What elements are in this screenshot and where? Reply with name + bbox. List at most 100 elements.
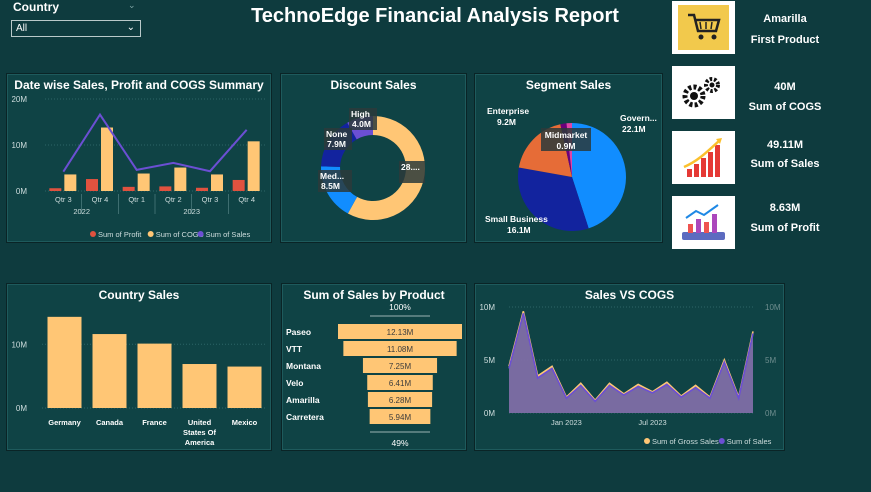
chevron-down-icon: ⌄ (126, 22, 135, 33)
card-image-sales (672, 131, 735, 184)
y-tick-label: 0M (484, 409, 495, 418)
slice-label: Govern... (620, 113, 657, 123)
legend-marker (644, 438, 650, 444)
slice-value-label: 16.1M (507, 225, 531, 235)
date-wise-summary-panel: Date wise Sales, Profit and COGS Summary… (6, 73, 272, 243)
eraser-icon[interactable]: ⌄ (128, 0, 136, 11)
profit-bar (49, 188, 62, 191)
profit-bar (86, 179, 98, 191)
country-bar (47, 316, 82, 408)
legend-marker (197, 231, 204, 237)
y2-tick-label: 5M (765, 356, 776, 365)
funnel-category-label: Velo (286, 378, 303, 388)
kpi-sales-value: 49.11M (766, 139, 804, 151)
country-bar-chart: 0M 10M Germany Canada France UnitedStates OfA… (11, 316, 267, 447)
product-sales-panel: Sum of Sales by Product 100% 12.13M Paseo 1… (281, 283, 467, 451)
x-tick-label: Jan 2023 (551, 418, 582, 427)
cogs-bar (211, 174, 223, 191)
country-bar (227, 366, 262, 408)
y-tick-label: 10M (479, 303, 495, 312)
x-tick-label: France (142, 418, 167, 427)
cogs-bar (101, 127, 113, 191)
slice-value-label: 8.5M (321, 181, 340, 191)
funnel-top-label: 100% (389, 302, 411, 312)
funnel-category-label: Montana (286, 361, 321, 371)
x-tick-label: Qtr 1 (128, 195, 145, 204)
slice-label: High (351, 109, 370, 119)
x-tick-label: Jul 2023 (638, 418, 666, 427)
legend-label: Sum of COGS (156, 230, 204, 239)
y-tick-label: 10M (11, 141, 27, 150)
slice-label: Med... (320, 171, 344, 181)
profit-bar (196, 187, 208, 191)
y-tick-label: 0M (16, 404, 27, 413)
country-bar (182, 364, 217, 408)
y2-tick-label: 0M (765, 409, 776, 418)
x-tick-label: United (188, 418, 212, 427)
funnel-bottom-label: 49% (391, 438, 408, 448)
slice-label: Midmarket (545, 130, 588, 140)
slice-value-label: 7.9M (327, 139, 346, 149)
sales-vs-cogs-area-chart: 0M 0M 5M 5M 10M 10M Jan 2023 Jul 2023 Sum of Gro… (479, 303, 781, 446)
kpi-first-product-label: First Product (750, 34, 820, 46)
card-image-cogs (672, 66, 735, 119)
x-tick-label: Qtr 4 (238, 195, 255, 204)
gears-icon (682, 77, 720, 108)
shopping-cart-icon (678, 5, 729, 50)
country-filter-dropdown[interactable]: All ⌄ (11, 20, 141, 37)
country-filter-value: All (16, 23, 28, 34)
x-tick-label: Qtr 2 (165, 195, 182, 204)
slice-value-label: 22.1M (622, 124, 646, 134)
kpi-sales-label: Sum of Sales (750, 158, 820, 170)
kpi-cogs-label: Sum of COGS (748, 101, 822, 113)
country-filter-label: Country (13, 0, 59, 14)
funnel-value-label: 6.28M (389, 396, 412, 405)
series-area (509, 313, 753, 413)
growth-bar-chart-icon (683, 138, 722, 177)
x-group-label: 2022 (73, 207, 90, 216)
x-tick-label: America (185, 438, 215, 447)
funnel-value-label: 12.13M (387, 328, 414, 337)
x-tick-label: Qtr 3 (55, 195, 72, 204)
funnel-category-label: VTT (286, 344, 303, 354)
x-tick-label: Canada (96, 418, 124, 427)
country-sales-panel: Country Sales 0M 10M Germany Canada France Un… (6, 283, 272, 451)
slice-label: Enterprise (487, 106, 529, 116)
legend-label: Sum of Sales (206, 230, 251, 239)
legend-marker (718, 438, 725, 444)
x-tick-label: Mexico (232, 418, 258, 427)
product-funnel-chart: 100% 12.13M Paseo 11.08M VTT 7.25M Montana 6.41… (286, 302, 462, 448)
y-tick-label: 20M (11, 95, 27, 104)
profit-bar (159, 186, 172, 191)
profit-bar (232, 179, 245, 191)
slice-value-label: 0.9M (557, 141, 576, 151)
x-tick-label: Qtr 4 (92, 195, 109, 204)
cogs-bar (174, 167, 187, 191)
y-tick-label: 0M (16, 187, 27, 196)
sales-vs-cogs-panel: Sales VS COGS 0M 0M 5M 5M 10M 10M Jan 2023 Jul … (474, 283, 785, 451)
y2-tick-label: 10M (765, 303, 781, 312)
card-image-first-product (672, 1, 735, 54)
discount-donut-chart: 28.... Med...8.5M None7.9M High4.0M (318, 108, 425, 220)
card-image-profit (672, 196, 735, 249)
page-title: TechnoEdge Financial Analysis Report (251, 5, 619, 27)
slice-value-label: 4.0M (352, 119, 371, 129)
legend-label: Sum of Sales (727, 437, 772, 446)
x-tick-label: States Of (183, 428, 216, 437)
x-group-label: 2023 (183, 207, 200, 216)
segment-pie-chart: Govern...22.1M Small Business16.1M Enterpr… (485, 106, 657, 235)
legend-label: Sum of Profit (98, 230, 142, 239)
kpi-first-product-value: Amarilla (763, 13, 807, 25)
cogs-bar (247, 141, 260, 191)
kpi-profit-value: 8.63M (769, 202, 801, 214)
x-tick-label: Germany (48, 418, 81, 427)
country-bar (137, 343, 172, 408)
legend-label: Sum of Gross Sales (652, 437, 719, 446)
sales-line (62, 112, 248, 173)
profit-bar (122, 186, 135, 191)
kpi-cogs-value: 40M (774, 81, 796, 93)
segment-sales-panel: Segment Sales Govern... 22.1M Small Busine… (474, 73, 663, 243)
cogs-bar (64, 174, 77, 191)
y-tick-label: 10M (11, 340, 27, 349)
slice-label: 28.... (401, 162, 420, 172)
